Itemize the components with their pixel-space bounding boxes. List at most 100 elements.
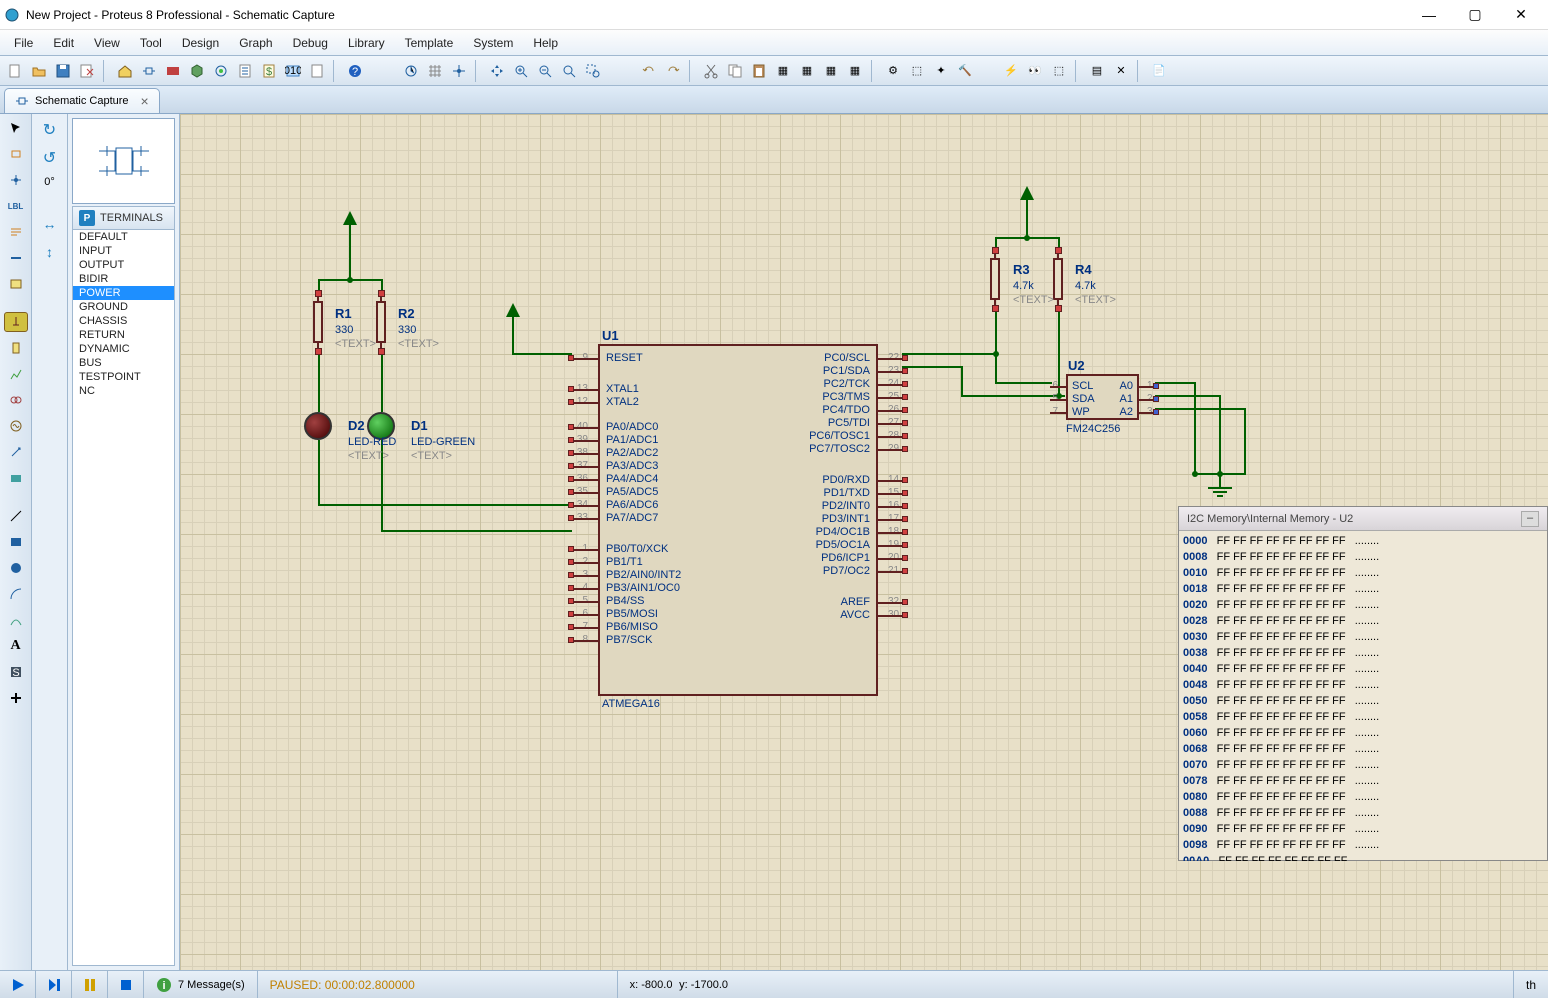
list-item[interactable]: BUS [73,356,174,370]
zoomfit-icon[interactable] [558,60,580,82]
rotate-cw-icon[interactable]: ↻ [38,120,62,140]
3d-icon[interactable] [186,60,208,82]
arc-icon[interactable] [4,584,28,604]
list-item[interactable]: CHASSIS [73,314,174,328]
report-icon[interactable]: ▤ [1086,60,1108,82]
ground-terminal[interactable] [1204,486,1236,498]
hex-icon[interactable]: 010 [282,60,304,82]
graph-mode-icon[interactable] [4,364,28,384]
2dtext-icon[interactable]: A [4,636,28,656]
close-project-icon[interactable] [76,60,98,82]
open-icon[interactable] [28,60,50,82]
wire[interactable] [1194,382,1196,474]
copy-icon[interactable] [724,60,746,82]
wire[interactable] [512,317,514,354]
wire[interactable] [318,352,320,412]
circle-icon[interactable] [4,558,28,578]
package-icon[interactable]: ⬚ [906,60,928,82]
wire[interactable] [349,225,351,280]
block-copy-icon[interactable]: ▦ [772,60,794,82]
resistor-r3[interactable] [985,249,1005,309]
resistor-r1[interactable] [308,292,328,352]
wire[interactable] [902,353,996,355]
menu-graph[interactable]: Graph [229,32,282,54]
pick-devices-icon[interactable]: P [79,210,95,226]
memory-dump[interactable]: 0000 FF FF FF FF FF FF FF FF ........000… [1179,531,1547,861]
menu-debug[interactable]: Debug [283,32,338,54]
grid-icon[interactable] [424,60,446,82]
wire[interactable] [1026,200,1028,238]
probe-icon[interactable] [4,442,28,462]
path-icon[interactable] [4,610,28,630]
pause-button[interactable] [72,971,108,998]
tools-icon[interactable]: 🔨 [954,60,976,82]
instruments-icon[interactable] [4,468,28,488]
netlist-icon[interactable]: 👀 [1024,60,1046,82]
minimize-button[interactable]: — [1406,1,1452,29]
block-move-icon[interactable]: ▦ [796,60,818,82]
erc-icon[interactable]: ⚡ [1000,60,1022,82]
close-button[interactable]: ✕ [1498,1,1544,29]
wire[interactable] [381,352,383,412]
menu-design[interactable]: Design [172,32,229,54]
menu-file[interactable]: File [4,32,43,54]
bom2-icon[interactable]: ⬚ [1048,60,1070,82]
memory-window-minimize[interactable]: – [1521,511,1539,527]
step-button[interactable] [36,971,72,998]
tape-icon[interactable] [4,390,28,410]
chip-u2[interactable]: 6SCL5SDA7WP1A02A13A2 [1066,374,1139,420]
memory-window-title[interactable]: I2C Memory\Internal Memory - U2 – [1179,507,1547,531]
list-item[interactable]: GROUND [73,300,174,314]
wire[interactable] [995,309,997,354]
selection-mode-icon[interactable] [4,118,28,138]
chip-u1[interactable]: 9RESET13XTAL112XTAL240PA0/ADC039PA1/ADC1… [598,344,878,696]
menu-view[interactable]: View [84,32,130,54]
doc-icon[interactable] [306,60,328,82]
menu-tool[interactable]: Tool [130,32,172,54]
box-icon[interactable] [4,532,28,552]
block-delete-icon[interactable]: ▦ [844,60,866,82]
wire[interactable] [995,382,1035,384]
redo-icon[interactable] [662,60,684,82]
list-item[interactable]: TESTPOINT [73,370,174,384]
origin-icon[interactable] [448,60,470,82]
schematic-canvas[interactable]: R1 330 <TEXT> R2 330 <TEXT> R3 4.7k <TEX… [180,114,1548,970]
power-terminal[interactable] [506,303,520,317]
help-icon[interactable]: ? [344,60,366,82]
mirror-v-icon[interactable]: ↕ [38,242,62,262]
line-icon[interactable] [4,506,28,526]
wire[interactable] [381,530,572,532]
messages-cell[interactable]: i 7 Message(s) [144,971,258,998]
wire[interactable] [318,440,320,505]
undo-icon[interactable] [638,60,660,82]
power-terminal[interactable] [343,211,357,225]
subcircuit-icon[interactable] [4,274,28,294]
paste-icon[interactable] [748,60,770,82]
wire[interactable] [318,504,572,506]
terminals-list[interactable]: DEFAULTINPUTOUTPUTBIDIRPOWERGROUNDCHASSI… [72,230,175,966]
schematic-icon[interactable] [138,60,160,82]
list-item[interactable]: POWER [73,286,174,300]
list-item[interactable]: INPUT [73,244,174,258]
junction-icon[interactable] [4,170,28,190]
list-item[interactable]: DEFAULT [73,230,174,244]
zoomarea-icon[interactable] [582,60,604,82]
pan-icon[interactable] [486,60,508,82]
wire[interactable] [961,366,963,396]
rotate-ccw-icon[interactable]: ↺ [38,148,62,168]
property-icon[interactable]: ✕ [1110,60,1132,82]
notes-icon[interactable]: 📄 [1148,60,1170,82]
generator-icon[interactable] [4,416,28,436]
save-icon[interactable] [52,60,74,82]
list-item[interactable]: BIDIR [73,272,174,286]
pick-icon[interactable]: ⚙ [882,60,904,82]
label-icon[interactable]: LBL [4,196,28,216]
symbol-icon[interactable]: S [4,662,28,682]
play-button[interactable] [0,971,36,998]
redraw-icon[interactable] [400,60,422,82]
list-item[interactable]: OUTPUT [73,258,174,272]
cut-icon[interactable] [700,60,722,82]
zoomout-icon[interactable] [534,60,556,82]
component-mode-icon[interactable] [4,144,28,164]
decompose-icon[interactable]: ✦ [930,60,952,82]
